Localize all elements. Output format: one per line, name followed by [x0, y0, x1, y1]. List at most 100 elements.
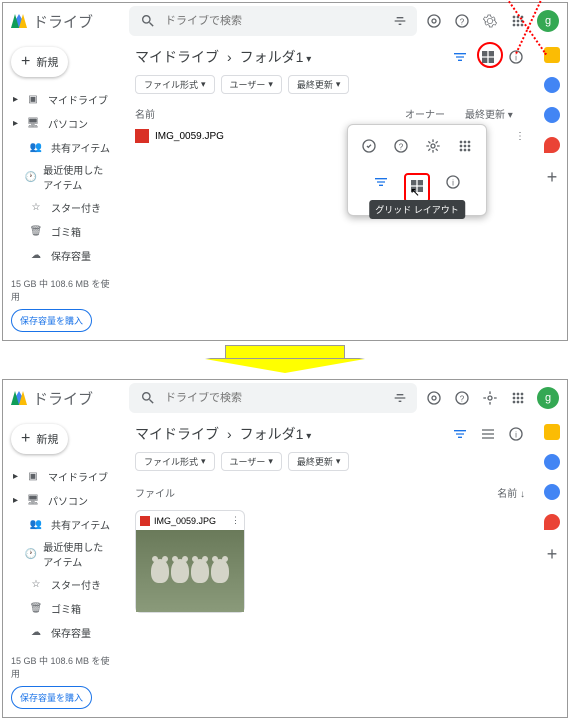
sidebar-label: マイドライブ — [48, 469, 108, 484]
popup-grid-button[interactable]: ↖ グリッド レイアウト — [404, 173, 430, 203]
more-icon[interactable]: ⋮ — [515, 131, 525, 142]
search-input[interactable] — [165, 392, 407, 404]
sort-by-name[interactable]: 名前 ↓ — [497, 485, 525, 500]
view-popup: ? ↖ グリッド レイアウト i — [347, 124, 487, 216]
support-icon[interactable] — [425, 12, 443, 30]
popup-filter-icon[interactable] — [372, 173, 390, 191]
breadcrumb-root[interactable]: マイドライブ — [135, 424, 219, 444]
image-file-icon — [135, 129, 149, 143]
sidebar-label: スター付き — [51, 577, 101, 592]
drive-logo[interactable]: ドライブ — [11, 11, 121, 32]
col-name[interactable]: 名前 — [135, 106, 405, 121]
chip-filetype[interactable]: ファイル形式▾ — [135, 75, 215, 94]
gear-icon[interactable] — [481, 12, 499, 30]
support-icon[interactable] — [425, 389, 443, 407]
sidebar-item-trash[interactable]: 🗑ゴミ箱 — [11, 596, 115, 620]
sidebar-item-starred[interactable]: ☆スター付き — [11, 572, 115, 596]
breadcrumb-sep: › — [227, 426, 232, 442]
svg-text:i: i — [452, 178, 454, 187]
avatar[interactable]: g — [537, 10, 559, 32]
file-card-header: IMG_0059.JPG ⋮ — [136, 511, 244, 530]
add-panel-icon[interactable]: + — [547, 167, 558, 188]
popup-support-icon[interactable] — [360, 137, 378, 155]
grid-tooltip: グリッド レイアウト — [369, 200, 465, 219]
breadcrumb: マイドライブ › フォルダ1 ▾ i — [135, 47, 525, 67]
popup-gear-icon[interactable] — [424, 137, 442, 155]
breadcrumb-folder[interactable]: フォルダ1 ▾ — [240, 47, 312, 67]
sidebar-item-computers[interactable]: ▸🖥パソコン — [11, 111, 115, 135]
search-icon — [139, 12, 157, 30]
gear-icon[interactable] — [481, 389, 499, 407]
contacts-icon[interactable] — [544, 514, 560, 530]
sidebar-item-mydrive[interactable]: ▸▣マイドライブ — [11, 464, 115, 488]
drive-logo-icon — [11, 391, 27, 405]
info-icon[interactable]: i — [507, 425, 525, 443]
calendar-icon[interactable] — [544, 47, 560, 63]
sidebar-label: 共有アイテム — [51, 140, 110, 155]
add-panel-icon[interactable]: + — [547, 544, 558, 565]
col-modified[interactable]: 最終更新 ▾ — [465, 106, 525, 121]
filter-list-icon[interactable] — [451, 425, 469, 443]
cursor-icon: ↖ — [410, 185, 420, 199]
sidebar-item-starred[interactable]: ☆スター付き — [11, 195, 115, 219]
sidebar-label: ゴミ箱 — [51, 224, 81, 239]
sidebar-item-trash[interactable]: 🗑ゴミ箱 — [11, 219, 115, 243]
popup-info-icon[interactable]: i — [444, 173, 462, 191]
chip-user[interactable]: ユーザー▾ — [221, 75, 282, 94]
list-view-icon[interactable] — [479, 425, 497, 443]
filter-chips: ファイル形式▾ ユーザー▾ 最終更新▾ — [135, 75, 525, 94]
sidebar-item-recent[interactable]: 🕐最近使用したアイテム — [11, 536, 115, 572]
tasks-icon[interactable] — [544, 107, 560, 123]
sidebar-item-mydrive[interactable]: ▸▣マイドライブ — [11, 87, 115, 111]
chip-filetype[interactable]: ファイル形式▾ — [135, 452, 215, 471]
side-panel: + — [537, 39, 567, 340]
sidebar-item-storage[interactable]: ☁保存容量 — [11, 243, 115, 267]
col-owner[interactable]: オーナー — [405, 106, 465, 121]
apps-icon[interactable] — [509, 389, 527, 407]
sidebar-label: パソコン — [48, 493, 88, 508]
buy-storage-button[interactable]: 保存容量を購入 — [11, 309, 92, 332]
computer-icon: 🖥 — [24, 114, 42, 132]
chip-user[interactable]: ユーザー▾ — [221, 452, 282, 471]
calendar-icon[interactable] — [544, 424, 560, 440]
popup-apps-icon[interactable] — [456, 137, 474, 155]
drive-logo[interactable]: ドライブ — [11, 388, 121, 409]
body: +新規 ▸▣マイドライブ ▸🖥パソコン 👥共有アイテム 🕐最近使用したアイテム … — [3, 416, 567, 717]
breadcrumb-folder[interactable]: フォルダ1 ▾ — [240, 424, 312, 444]
section-files: ファイル — [135, 485, 175, 500]
contacts-icon[interactable] — [544, 137, 560, 153]
chip-modified[interactable]: 最終更新▾ — [288, 452, 350, 471]
arrow-annotation — [205, 345, 365, 375]
filter-icon[interactable] — [391, 12, 409, 30]
sidebar-item-recent[interactable]: 🕐最近使用したアイテム — [11, 159, 115, 195]
help-icon[interactable]: ? — [453, 389, 471, 407]
search-icon — [139, 389, 157, 407]
search-bar[interactable] — [129, 383, 417, 413]
tasks-icon[interactable] — [544, 484, 560, 500]
new-button[interactable]: +新規 — [11, 47, 68, 77]
buy-storage-button[interactable]: 保存容量を購入 — [11, 686, 92, 709]
help-icon[interactable]: ? — [453, 12, 471, 30]
body: +新規 ▸▣マイドライブ ▸🖥パソコン 👥共有アイテム 🕐最近使用したアイテム … — [3, 39, 567, 340]
sidebar-item-computers[interactable]: ▸🖥パソコン — [11, 488, 115, 512]
keep-icon[interactable] — [544, 454, 560, 470]
breadcrumb-root[interactable]: マイドライブ — [135, 47, 219, 67]
keep-icon[interactable] — [544, 77, 560, 93]
search-input[interactable] — [165, 15, 407, 27]
new-button[interactable]: +新規 — [11, 424, 68, 454]
sidebar-item-storage[interactable]: ☁保存容量 — [11, 620, 115, 644]
shared-icon: 👥 — [27, 138, 45, 156]
sidebar-label: 共有アイテム — [51, 517, 110, 532]
avatar[interactable]: g — [537, 387, 559, 409]
sidebar-item-shared[interactable]: 👥 共有アイテム — [11, 135, 115, 159]
filter-list-icon[interactable] — [451, 48, 469, 66]
popup-help-icon[interactable]: ? — [392, 137, 410, 155]
file-card[interactable]: IMG_0059.JPG ⋮ — [135, 510, 245, 613]
top-icons: ? g — [425, 10, 559, 32]
search-bar[interactable] — [129, 6, 417, 36]
sidebar-item-shared[interactable]: 👥共有アイテム — [11, 512, 115, 536]
filter-icon[interactable] — [391, 389, 409, 407]
clock-icon: 🕐 — [25, 168, 38, 186]
more-icon[interactable]: ⋮ — [231, 515, 240, 526]
chip-modified[interactable]: 最終更新▾ — [288, 75, 350, 94]
